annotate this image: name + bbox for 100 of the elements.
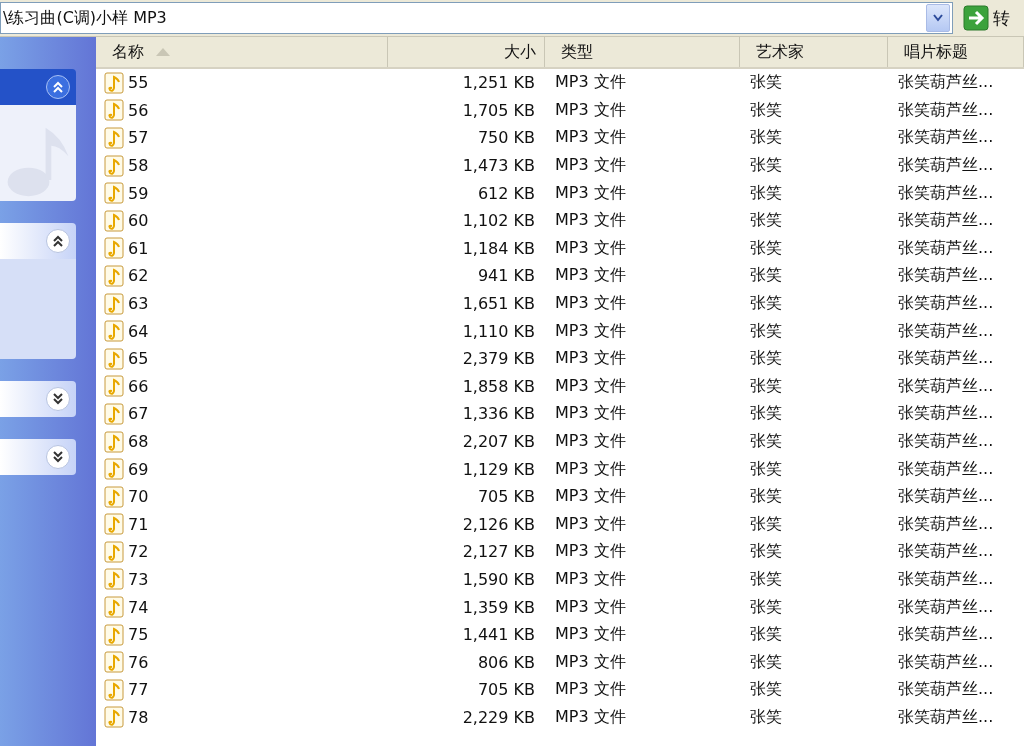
file-name[interactable]: 66 xyxy=(128,376,149,396)
audio-file-icon xyxy=(104,651,124,674)
file-name[interactable]: 69 xyxy=(128,459,149,479)
table-cell-text: 张笑葫芦丝... xyxy=(897,706,995,728)
address-field[interactable]: \练习曲(C调)小样 MP3 xyxy=(0,2,953,34)
table-cell-text: MP3 文件 xyxy=(554,182,627,204)
table-cell-text: 1,858 KB xyxy=(461,376,536,396)
chevron-button[interactable] xyxy=(46,387,70,411)
file-name[interactable]: 78 xyxy=(128,707,149,727)
audio-file-icon xyxy=(104,182,124,205)
file-name[interactable]: 61 xyxy=(128,238,149,258)
file-name[interactable]: 58 xyxy=(128,156,149,176)
column-header[interactable]: 名称 xyxy=(96,37,388,67)
chevron-icon xyxy=(51,450,65,464)
table-cell-text: MP3 文件 xyxy=(554,651,627,673)
table-cell-text: 2,229 KB xyxy=(461,707,536,727)
audio-file-icon xyxy=(104,375,124,398)
audio-file-icon xyxy=(104,458,124,481)
table-cell-text: MP3 文件 xyxy=(554,403,627,425)
audio-file-icon xyxy=(104,513,124,536)
file-name[interactable]: 55 xyxy=(128,73,149,93)
audio-file-icon xyxy=(104,706,124,729)
table-cell-text: MP3 文件 xyxy=(554,486,627,508)
table-cell-text: 1,102 KB xyxy=(461,211,536,231)
table-cell-text: 张笑 xyxy=(749,569,783,590)
file-name[interactable]: 71 xyxy=(128,514,149,534)
table-cell-text: 张笑葫芦丝... xyxy=(897,127,995,149)
table-cell-text: 张笑 xyxy=(749,155,783,177)
table-cell-text: 张笑葫芦丝... xyxy=(897,403,995,425)
table-cell-text: 张笑 xyxy=(749,513,783,535)
table-cell-text: 750 KB xyxy=(476,128,536,148)
table-cell-text: 张笑葫芦丝... xyxy=(897,320,995,342)
file-name[interactable]: 62 xyxy=(128,266,149,286)
table-cell-text: 张笑 xyxy=(749,541,783,563)
table-cell-text: 张笑 xyxy=(749,182,783,204)
table-cell-text: 张笑 xyxy=(749,403,783,425)
file-name[interactable]: 60 xyxy=(128,211,149,231)
table-cell-text: MP3 文件 xyxy=(554,265,627,287)
table-cell-text: 张笑 xyxy=(749,99,783,121)
table-cell-text: 张笑 xyxy=(749,237,783,259)
table-cell-text: 张笑 xyxy=(749,375,783,397)
table-cell-text: MP3 文件 xyxy=(554,541,627,563)
file-name[interactable]: 65 xyxy=(128,349,149,369)
file-name[interactable]: 72 xyxy=(128,542,149,562)
table-cell-text: 1,473 KB xyxy=(461,156,536,176)
file-name[interactable]: 56 xyxy=(128,100,149,120)
table-cell-text: 张笑葫芦丝... xyxy=(897,458,995,480)
table-cell-text: 张笑 xyxy=(749,265,783,287)
chevron-button[interactable] xyxy=(46,229,70,253)
go-button[interactable]: 转 xyxy=(963,5,1024,31)
chevron-button[interactable] xyxy=(46,75,70,99)
file-name[interactable]: 73 xyxy=(128,570,149,589)
column-header[interactable]: 类型 xyxy=(545,37,740,67)
table-cell-text: 张笑 xyxy=(749,127,783,149)
table-cell-text: 1,441 KB xyxy=(461,625,536,645)
audio-file-icon xyxy=(104,485,124,508)
table-cell-text: 张笑葫芦丝... xyxy=(897,569,995,590)
file-name[interactable]: 63 xyxy=(128,294,149,314)
table-cell-text: 张笑 xyxy=(749,458,783,480)
table-cell-text: 2,126 KB xyxy=(461,514,536,534)
audio-file-icon xyxy=(104,127,124,149)
column-header[interactable]: 艺术家 xyxy=(740,37,888,67)
audio-file-icon xyxy=(104,264,124,287)
file-name[interactable]: 77 xyxy=(128,680,149,700)
file-name[interactable]: 75 xyxy=(128,625,149,645)
table-cell-text: 张笑葫芦丝... xyxy=(897,679,995,701)
column-header[interactable]: 唱片标题 xyxy=(888,37,1024,67)
table-cell-text: 张笑葫芦丝... xyxy=(897,596,995,618)
table-cell-text: 张笑 xyxy=(749,624,783,646)
table-cell-text: 1,251 KB xyxy=(461,73,536,93)
file-name[interactable]: 70 xyxy=(128,487,149,507)
file-name[interactable]: 68 xyxy=(128,432,149,451)
chevron-icon xyxy=(51,80,65,94)
file-name[interactable]: 67 xyxy=(128,404,149,424)
file-name[interactable]: 74 xyxy=(128,597,149,617)
file-name[interactable]: 59 xyxy=(128,183,149,203)
file-name[interactable]: 57 xyxy=(128,128,149,148)
table-cell-text: 张笑葫芦丝... xyxy=(897,237,995,259)
file-name[interactable]: 76 xyxy=(128,652,149,672)
table-cell-text: 705 KB xyxy=(476,680,536,700)
audio-file-icon xyxy=(104,347,124,370)
table-cell-text: 705 KB xyxy=(476,487,536,507)
table-cell-text: MP3 文件 xyxy=(554,293,627,315)
table-cell-text: 1,651 KB xyxy=(461,294,536,314)
table-cell-text: 张笑葫芦丝... xyxy=(897,293,995,315)
table-cell-text: MP3 文件 xyxy=(554,375,627,397)
audio-file-icon xyxy=(104,623,124,646)
file-name[interactable]: 64 xyxy=(128,321,149,341)
audio-file-icon xyxy=(104,99,124,122)
dropdown-button[interactable] xyxy=(926,4,950,32)
table-cell-text: 张笑葫芦丝... xyxy=(897,541,995,563)
table-cell-text: 1,590 KB xyxy=(461,570,536,589)
column-header[interactable]: 大小 xyxy=(388,37,545,67)
table-cell-text: MP3 文件 xyxy=(554,237,627,259)
audio-file-icon xyxy=(104,154,124,177)
chevron-button[interactable] xyxy=(46,445,70,469)
table-cell-text: MP3 文件 xyxy=(554,596,627,618)
table-cell-text: 张笑 xyxy=(749,72,783,94)
table-cell-text: 张笑葫芦丝... xyxy=(897,624,995,646)
table-cell-text: MP3 文件 xyxy=(554,99,627,121)
